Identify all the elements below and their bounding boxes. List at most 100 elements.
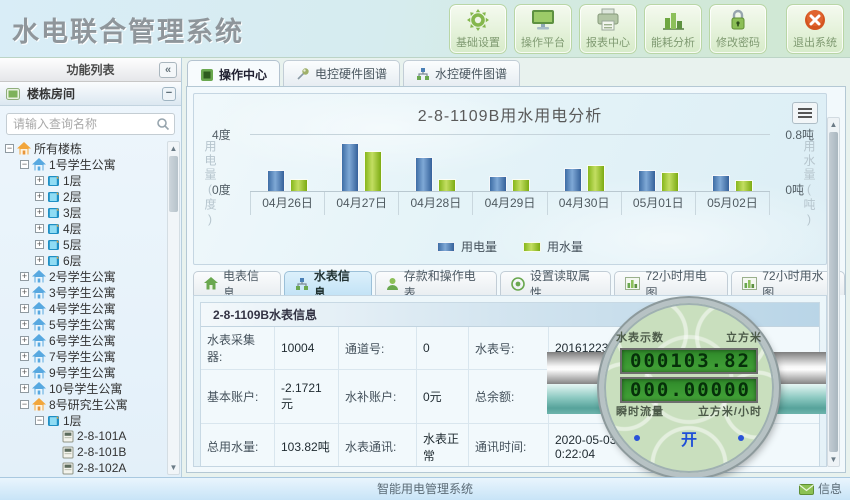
exit-icon bbox=[803, 8, 827, 32]
message-button[interactable]: 信息 bbox=[799, 478, 842, 500]
tab-水表信息[interactable]: 水表信息 bbox=[284, 271, 372, 295]
collapse-icon[interactable]: − bbox=[35, 416, 44, 425]
scrollbar-thumb[interactable] bbox=[169, 156, 178, 212]
meter-flow-unit: 立方米/小时 bbox=[698, 403, 762, 419]
toolbar-button-label: 退出系统 bbox=[793, 34, 837, 50]
expand-icon[interactable]: + bbox=[35, 224, 44, 233]
sidebar-scrollbar[interactable]: ▲ ▼ bbox=[167, 141, 180, 475]
expand-icon[interactable]: + bbox=[35, 256, 44, 265]
tree-item[interactable]: +6层 bbox=[5, 252, 166, 268]
table-label-cell: 总余额: bbox=[469, 370, 549, 423]
gear-button[interactable]: 基础设置 bbox=[449, 4, 507, 54]
expand-icon[interactable]: + bbox=[20, 320, 29, 329]
envelope-icon bbox=[799, 484, 814, 495]
tree-item[interactable]: −所有楼栋 bbox=[5, 140, 166, 156]
collapse-icon[interactable]: − bbox=[20, 160, 29, 169]
main-scrollbar[interactable]: ▲ ▼ bbox=[827, 117, 840, 467]
water-meter-panel: 2-8-1109B水表信息 水表采集器:10004通道号:0水表号:201612… bbox=[193, 295, 827, 467]
chart-legend: 用电量 用水量 bbox=[194, 238, 826, 255]
table-label-cell: 基本账户: bbox=[201, 370, 275, 423]
electricity-bar bbox=[564, 168, 582, 191]
floor-icon bbox=[47, 190, 60, 203]
tree-item[interactable]: +2层 bbox=[5, 188, 166, 204]
tree-item[interactable]: +5层 bbox=[5, 236, 166, 252]
tab-设置读取属性[interactable]: 设置读取属性 bbox=[500, 271, 611, 295]
tab-72小时用电图[interactable]: 72小时用电图 bbox=[614, 271, 728, 295]
expand-icon[interactable]: + bbox=[20, 384, 29, 393]
expand-icon[interactable]: + bbox=[35, 192, 44, 201]
legend-item-用水量[interactable]: 用水量 bbox=[523, 238, 583, 255]
search-input[interactable] bbox=[6, 113, 175, 135]
valve-open-button[interactable]: 开 bbox=[681, 426, 697, 450]
tree-item[interactable]: +3号学生公寓 bbox=[5, 284, 166, 300]
tree-item[interactable]: +3层 bbox=[5, 204, 166, 220]
minichart-icon bbox=[742, 277, 757, 290]
legend-swatch bbox=[523, 242, 541, 252]
expand-icon[interactable]: + bbox=[20, 368, 29, 377]
tree-item[interactable]: +5号学生公寓 bbox=[5, 316, 166, 332]
expand-icon[interactable]: + bbox=[35, 208, 44, 217]
table-label-cell: 水表号: bbox=[469, 327, 549, 369]
expand-icon[interactable]: + bbox=[20, 336, 29, 345]
tree-item[interactable]: +2号学生公寓 bbox=[5, 268, 166, 284]
tab-电控硬件图谱[interactable]: 电控硬件图谱 bbox=[283, 60, 400, 86]
toolbar-button-label: 操作平台 bbox=[521, 34, 565, 50]
x-axis-tick-label: 04月28日 bbox=[398, 192, 472, 215]
scrollbar-thumb[interactable] bbox=[829, 132, 838, 452]
house-blue-icon bbox=[32, 350, 46, 363]
table-value-cell: 0 bbox=[417, 327, 469, 369]
tree-item[interactable]: +9号学生公寓 bbox=[5, 364, 166, 380]
tree-item-label: 7号学生公寓 bbox=[49, 348, 116, 365]
panel-minimize-icon[interactable]: − bbox=[162, 87, 176, 101]
expand-icon[interactable]: + bbox=[20, 304, 29, 313]
collapse-icon[interactable]: − bbox=[20, 400, 29, 409]
tree-item[interactable]: −8号研究生公寓 bbox=[5, 396, 166, 412]
tree-item[interactable]: 2-8-101A bbox=[5, 428, 166, 444]
sidebar-header: 功能列表 « bbox=[0, 58, 181, 82]
scroll-down-icon[interactable]: ▼ bbox=[828, 453, 839, 466]
tree-item[interactable]: −1号学生公寓 bbox=[5, 156, 166, 172]
tree-item[interactable]: +4号学生公寓 bbox=[5, 300, 166, 316]
chart-menu-icon[interactable] bbox=[792, 102, 818, 124]
meter-flow-display: 000.00000 bbox=[620, 377, 758, 403]
expand-icon[interactable]: + bbox=[20, 352, 29, 361]
tree-item[interactable]: +7号学生公寓 bbox=[5, 348, 166, 364]
tab-电表信息[interactable]: 电表信息 bbox=[193, 271, 281, 295]
tab-存款和操作电表[interactable]: 存款和操作电表 bbox=[375, 271, 497, 295]
printer-button[interactable]: 报表中心 bbox=[579, 4, 637, 54]
exit-button[interactable]: 退出系统 bbox=[786, 4, 844, 54]
tree-item-label: 6层 bbox=[63, 252, 82, 269]
tree-item[interactable]: 2-8-101B bbox=[5, 444, 166, 460]
sidebar-collapse-icon[interactable]: « bbox=[159, 62, 177, 78]
expand-icon[interactable]: + bbox=[20, 272, 29, 281]
expand-icon[interactable]: + bbox=[35, 176, 44, 185]
expand-icon[interactable]: + bbox=[20, 288, 29, 297]
house-blue-icon bbox=[32, 382, 46, 395]
scroll-down-icon[interactable]: ▼ bbox=[168, 461, 179, 474]
tree-item[interactable]: +1层 bbox=[5, 172, 166, 188]
expand-icon[interactable]: + bbox=[35, 240, 44, 249]
scroll-up-icon[interactable]: ▲ bbox=[168, 142, 179, 155]
tree-item[interactable]: −1层 bbox=[5, 412, 166, 428]
chart-button[interactable]: 能耗分析 bbox=[644, 4, 702, 54]
tab-水控硬件图谱[interactable]: 水控硬件图谱 bbox=[403, 60, 520, 86]
tree-item-label: 2-8-101B bbox=[77, 445, 126, 459]
tree-item[interactable]: +6号学生公寓 bbox=[5, 332, 166, 348]
scroll-up-icon[interactable]: ▲ bbox=[828, 118, 839, 131]
tree-item[interactable]: +4层 bbox=[5, 220, 166, 236]
search-icon[interactable] bbox=[156, 117, 170, 134]
monitor-button[interactable]: 操作平台 bbox=[514, 4, 572, 54]
house-blue-icon bbox=[32, 334, 46, 347]
lock-button[interactable]: 修改密码 bbox=[709, 4, 767, 54]
collapse-icon[interactable]: − bbox=[5, 144, 14, 153]
table-label-cell: 通讯时间: bbox=[469, 424, 549, 466]
tab-操作中心[interactable]: 操作中心 bbox=[187, 60, 280, 88]
target-icon bbox=[511, 277, 525, 291]
table-label-cell: 总用水量: bbox=[201, 424, 275, 466]
tab-label: 电控硬件图谱 bbox=[315, 65, 387, 82]
org-icon bbox=[295, 277, 309, 291]
tree-item[interactable]: 2-8-102A bbox=[5, 460, 166, 476]
tree-item[interactable]: +10号学生公寓 bbox=[5, 380, 166, 396]
legend-item-用电量[interactable]: 用电量 bbox=[437, 238, 497, 255]
toolbar-button-label: 能耗分析 bbox=[651, 34, 695, 50]
